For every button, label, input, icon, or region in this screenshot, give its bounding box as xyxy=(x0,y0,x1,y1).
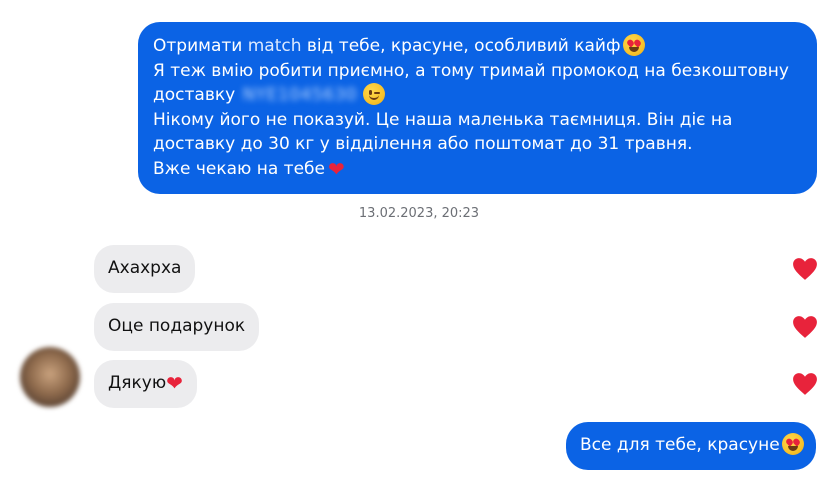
wink-emoji-icon xyxy=(363,83,386,105)
heart-reaction-icon[interactable] xyxy=(792,257,818,281)
message-line: Вже чекаю на тебе ❤ xyxy=(153,156,345,181)
incoming-message-bubble[interactable]: Ахахрха xyxy=(94,245,196,293)
message-line: Нікому його не показуй. Це наша маленька… xyxy=(153,109,733,130)
outgoing-message-bubble[interactable]: Отримати match від тебе, красуне, особли… xyxy=(138,22,817,194)
heart-reaction-icon[interactable] xyxy=(792,315,818,339)
heart-reaction-icon[interactable] xyxy=(792,372,818,396)
message-line: доставку NYE1045630 xyxy=(153,83,802,108)
contact-avatar[interactable] xyxy=(20,347,80,407)
message-text: Дякую xyxy=(108,373,167,393)
heart-eyes-emoji-icon xyxy=(622,34,645,56)
heart-emoji-icon: ❤ xyxy=(166,371,183,395)
heart-emoji-icon: ❤ xyxy=(327,156,345,181)
message-text: Ахахрха xyxy=(108,258,182,278)
message-line: Я теж вмію робити приємно, а тому тримай… xyxy=(153,60,789,81)
incoming-message-bubble[interactable]: Оце подарунок xyxy=(94,303,260,351)
outgoing-message-bubble[interactable]: Все для тебе, красуне xyxy=(566,422,816,470)
message-line: Все для тебе, красуне xyxy=(580,433,804,458)
message-line: Отримати match від тебе, красуне, особли… xyxy=(153,34,802,59)
message-timestamp: 13.02.2023, 20:23 xyxy=(358,206,480,221)
heart-eyes-emoji-icon xyxy=(781,433,804,455)
promo-code-blurred: NYE1045630 xyxy=(242,85,358,105)
message-line: доставку до 30 кг у відділення або пошто… xyxy=(153,134,693,154)
incoming-message-bubble[interactable]: Дякую❤ xyxy=(94,360,197,408)
message-text: Оце подарунок xyxy=(108,316,246,336)
match-link[interactable]: match xyxy=(248,36,302,56)
